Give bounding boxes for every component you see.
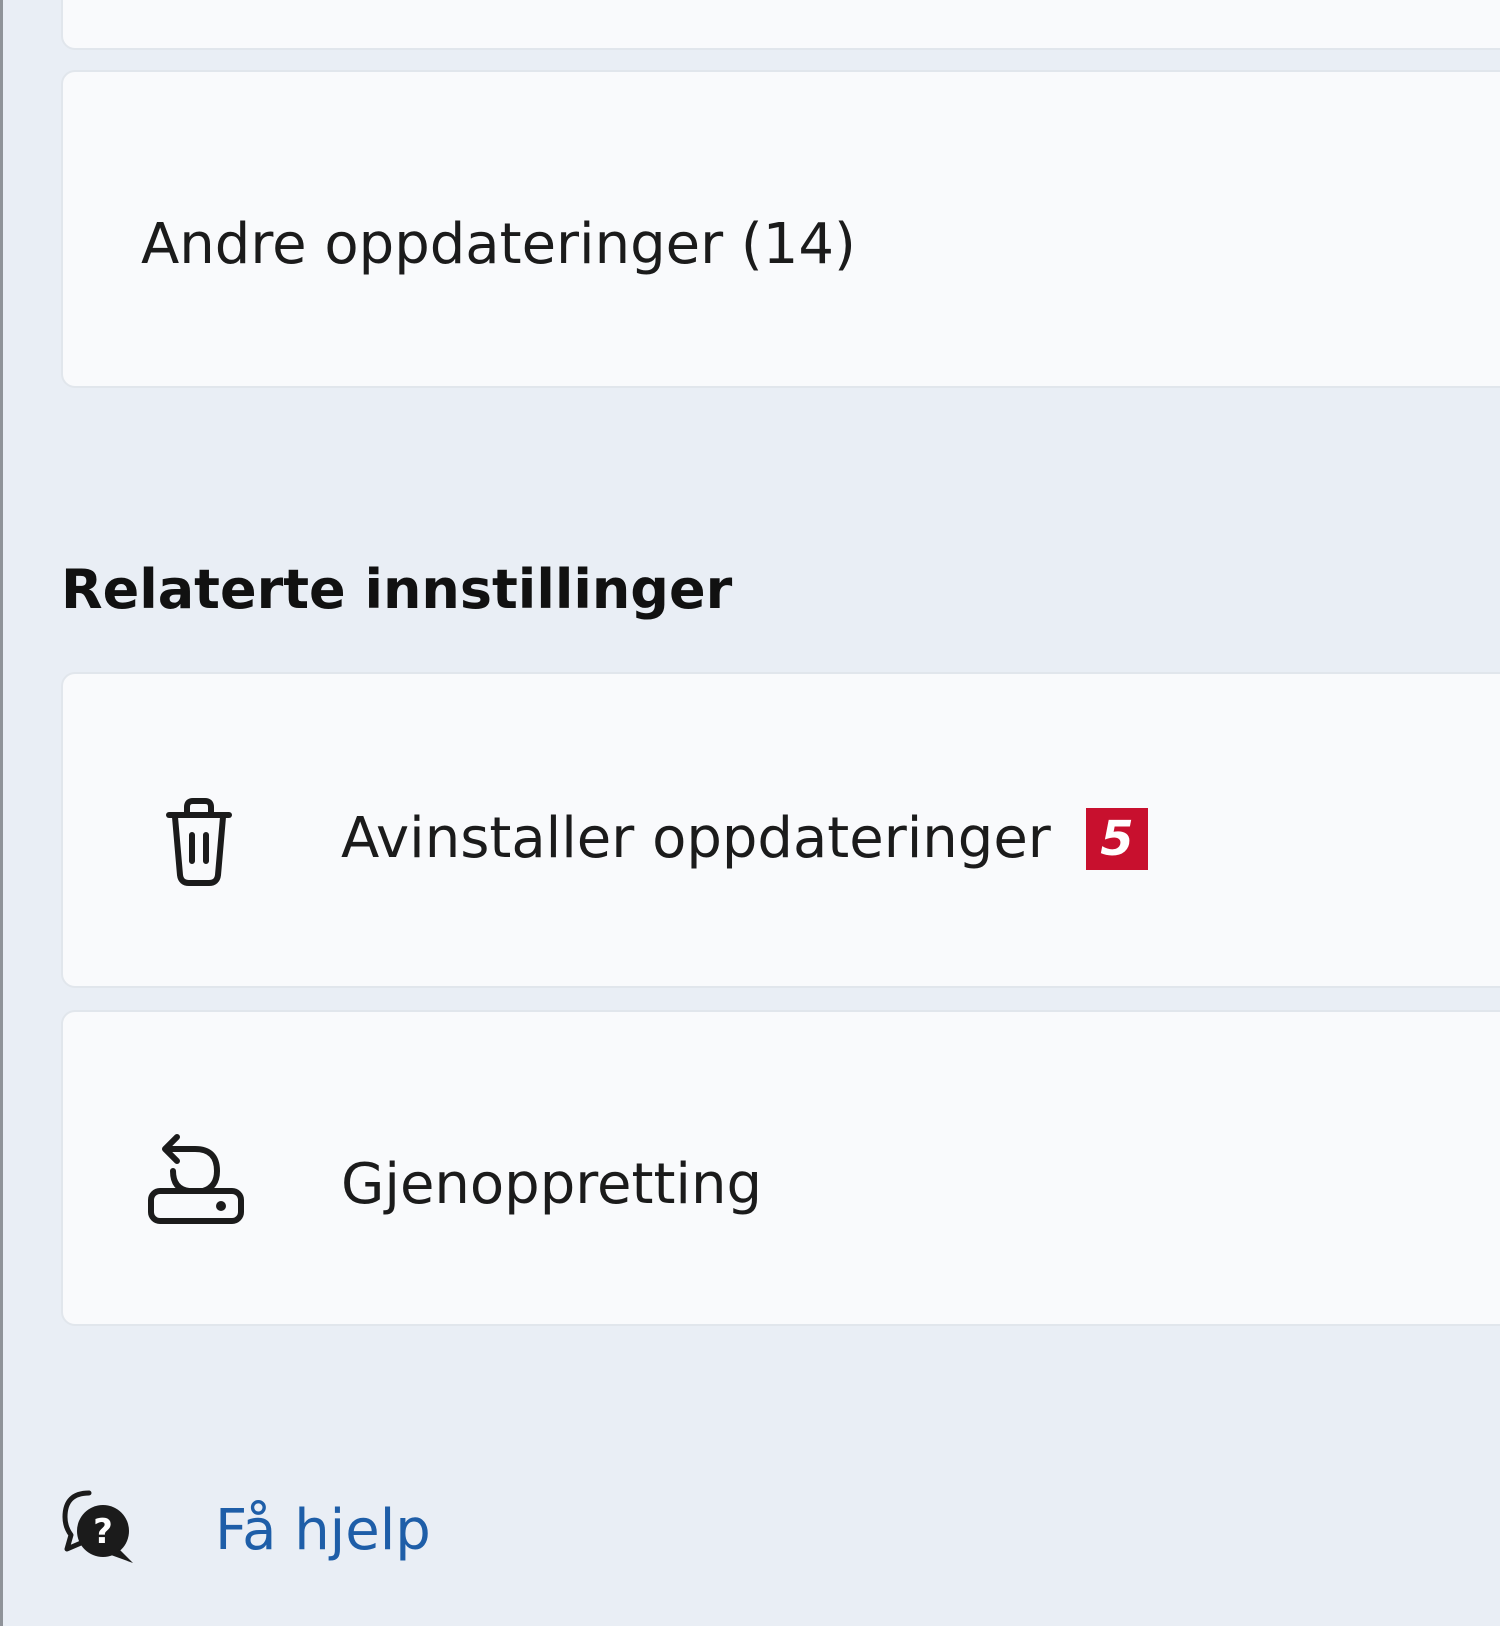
other-updates-card[interactable]: Andre oppdateringer (14) bbox=[61, 70, 1500, 388]
trash-icon bbox=[166, 798, 232, 886]
recovery-icon bbox=[148, 1134, 244, 1224]
settings-pane: Andre oppdateringer (14) Relaterte innst… bbox=[0, 0, 1500, 1626]
svg-text:?: ? bbox=[93, 1512, 113, 1552]
help-chat-icon[interactable]: ? bbox=[59, 1487, 139, 1567]
callout-badge: 5 bbox=[1086, 808, 1148, 870]
recovery-card[interactable]: Gjenoppretting bbox=[61, 1010, 1500, 1326]
previous-settings-card[interactable] bbox=[61, 0, 1500, 50]
uninstall-updates-card[interactable]: Avinstaller oppdateringer bbox=[61, 672, 1500, 988]
related-settings-heading: Relaterte innstillinger bbox=[61, 558, 733, 621]
get-help-link[interactable]: Få hjelp bbox=[215, 1503, 431, 1559]
recovery-label: Gjenoppretting bbox=[341, 1152, 763, 1217]
other-updates-label: Andre oppdateringer (14) bbox=[141, 212, 856, 277]
uninstall-updates-label: Avinstaller oppdateringer bbox=[341, 806, 1051, 871]
